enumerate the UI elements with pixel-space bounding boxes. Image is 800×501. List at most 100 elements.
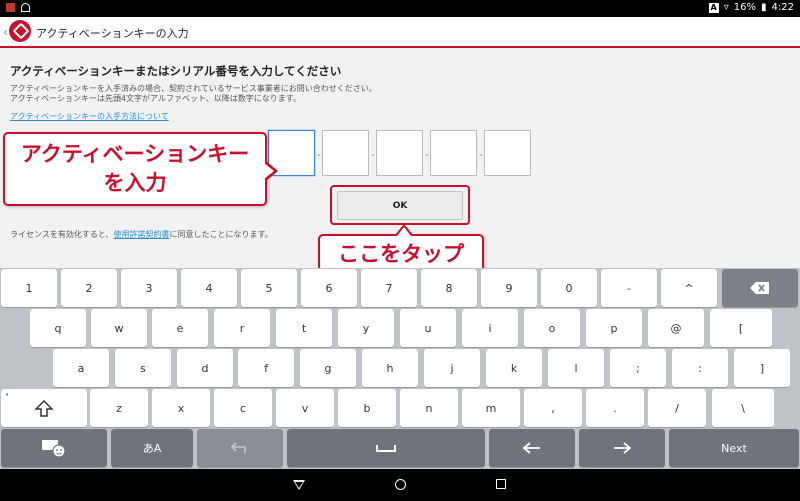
space-icon (376, 445, 396, 452)
license-agreement-link[interactable]: 使用許諾契約書 (114, 230, 170, 239)
nav-recents-icon[interactable] (496, 479, 506, 489)
battery-icon: ▮ (761, 2, 767, 13)
key-y[interactable]: y (338, 309, 394, 347)
key-d[interactable]: d (177, 349, 233, 387)
key-k[interactable]: k (486, 349, 542, 387)
next-key[interactable]: Next (669, 429, 799, 467)
form-note-2: アクティベーションキーは先頭4文字がアルファベット、以降は数字になります。 (10, 94, 302, 103)
key-e[interactable]: e (152, 309, 208, 347)
enter-key-callout: アクティベーションキー を入力 (3, 132, 278, 206)
key-separator: - (371, 148, 375, 161)
arrow-right-icon (614, 442, 632, 454)
key-f[interactable]: f (238, 349, 294, 387)
cursor-right-key[interactable] (579, 429, 665, 467)
android-icon (21, 3, 30, 12)
howto-link[interactable]: アクティベーションキーの入手方法について (10, 111, 169, 122)
kana-switch-key[interactable]: あA (111, 429, 193, 467)
key-x[interactable]: x (152, 389, 210, 427)
keyboard-row-function: あA Next (0, 429, 800, 469)
app-logo[interactable] (9, 20, 31, 42)
key-4[interactable]: 4 (181, 269, 237, 307)
key-slash[interactable]: / (648, 389, 706, 427)
license-text: ライセンスを有効化すると、 (10, 230, 114, 239)
key-open-bracket[interactable]: [ (710, 309, 772, 347)
enter-key-callout-line1: アクティベーションキー (20, 142, 250, 166)
key-c[interactable]: c (214, 389, 272, 427)
ok-button[interactable]: OK (337, 191, 463, 220)
key-backslash[interactable]: \ (712, 389, 774, 427)
key-field-2[interactable] (322, 130, 369, 176)
wifi-icon: ▿ (723, 2, 729, 13)
key-q[interactable]: q (30, 309, 86, 347)
key-t[interactable]: t (276, 309, 332, 347)
undo-key[interactable] (197, 429, 283, 467)
key-field-4[interactable] (430, 130, 477, 176)
key-close-bracket[interactable]: ] (734, 349, 790, 387)
key-comma[interactable]: , (524, 389, 582, 427)
navigation-bar (0, 469, 800, 501)
key-s[interactable]: s (115, 349, 171, 387)
key-field-5[interactable] (484, 130, 531, 176)
license-notice: ライセンスを有効化すると、使用許諾契約書に同意したことになります。 (10, 229, 273, 240)
key-p[interactable]: p (586, 309, 642, 347)
key-8[interactable]: 8 (421, 269, 477, 307)
key-v[interactable]: v (276, 389, 334, 427)
key-n[interactable]: n (400, 389, 458, 427)
backspace-key[interactable] (722, 269, 798, 307)
callout-pointer (395, 224, 413, 236)
key-0[interactable]: 0 (541, 269, 597, 307)
enter-key-callout-line2: を入力 (103, 171, 167, 195)
key-field-3[interactable] (376, 130, 423, 176)
keyboard-row-bottom-letters: • z x c v b n m , . / \ (0, 389, 800, 429)
nav-back-icon[interactable] (293, 480, 305, 490)
key-b[interactable]: b (338, 389, 396, 427)
key-separator: - (479, 148, 483, 161)
key-period[interactable]: . (586, 389, 644, 427)
key-semicolon[interactable]: ; (610, 349, 666, 387)
cursor-left-key[interactable] (489, 429, 575, 467)
key-3[interactable]: 3 (121, 269, 177, 307)
key-1[interactable]: 1 (1, 269, 57, 307)
key-o[interactable]: o (524, 309, 580, 347)
license-text: に同意したことになります。 (169, 230, 273, 239)
key-9[interactable]: 9 (481, 269, 537, 307)
key-5[interactable]: 5 (241, 269, 297, 307)
key-h[interactable]: h (362, 349, 418, 387)
keyboard-settings-key[interactable] (1, 429, 107, 467)
key-colon[interactable]: : (672, 349, 728, 387)
back-chevron-icon[interactable]: ‹ (3, 25, 8, 39)
keyboard-emoji-icon (42, 440, 66, 458)
key-w[interactable]: w (91, 309, 147, 347)
space-key[interactable] (287, 429, 485, 467)
shift-dot-icon: • (5, 391, 10, 399)
key-caret[interactable]: ^ (661, 269, 717, 307)
key-7[interactable]: 7 (361, 269, 417, 307)
keyboard-row-top-letters: q w e r t y u i o p @ [ (0, 309, 800, 349)
arrow-left-icon (522, 442, 540, 454)
key-a[interactable]: a (53, 349, 109, 387)
keyboard-row-numbers: 1 2 3 4 5 6 7 8 9 0 - ^ (0, 269, 800, 309)
key-hyphen[interactable]: - (601, 269, 657, 307)
app-bar: ‹ アクティベーションキーの入力 (0, 17, 800, 48)
key-separator: - (425, 148, 429, 161)
key-u[interactable]: u (400, 309, 456, 347)
key-m[interactable]: m (462, 389, 520, 427)
notification-icon (6, 3, 15, 12)
battery-level: 16% (733, 2, 757, 13)
key-g[interactable]: g (300, 349, 356, 387)
undo-icon (230, 442, 246, 453)
key-z[interactable]: z (90, 389, 148, 427)
key-at[interactable]: @ (648, 309, 704, 347)
key-2[interactable]: 2 (61, 269, 117, 307)
nav-home-icon[interactable] (395, 479, 406, 490)
tap-here-callout-text: ここをタップ (338, 242, 464, 266)
key-separator: - (317, 148, 321, 161)
key-l[interactable]: l (548, 349, 604, 387)
key-j[interactable]: j (424, 349, 480, 387)
soft-keyboard: 1 2 3 4 5 6 7 8 9 0 - ^ q w e r t y u i … (0, 268, 800, 469)
key-i[interactable]: i (462, 309, 518, 347)
page-title: アクティベーションキーの入力 (36, 27, 189, 40)
shift-key[interactable]: • (1, 389, 87, 427)
key-r[interactable]: r (214, 309, 270, 347)
key-6[interactable]: 6 (301, 269, 357, 307)
